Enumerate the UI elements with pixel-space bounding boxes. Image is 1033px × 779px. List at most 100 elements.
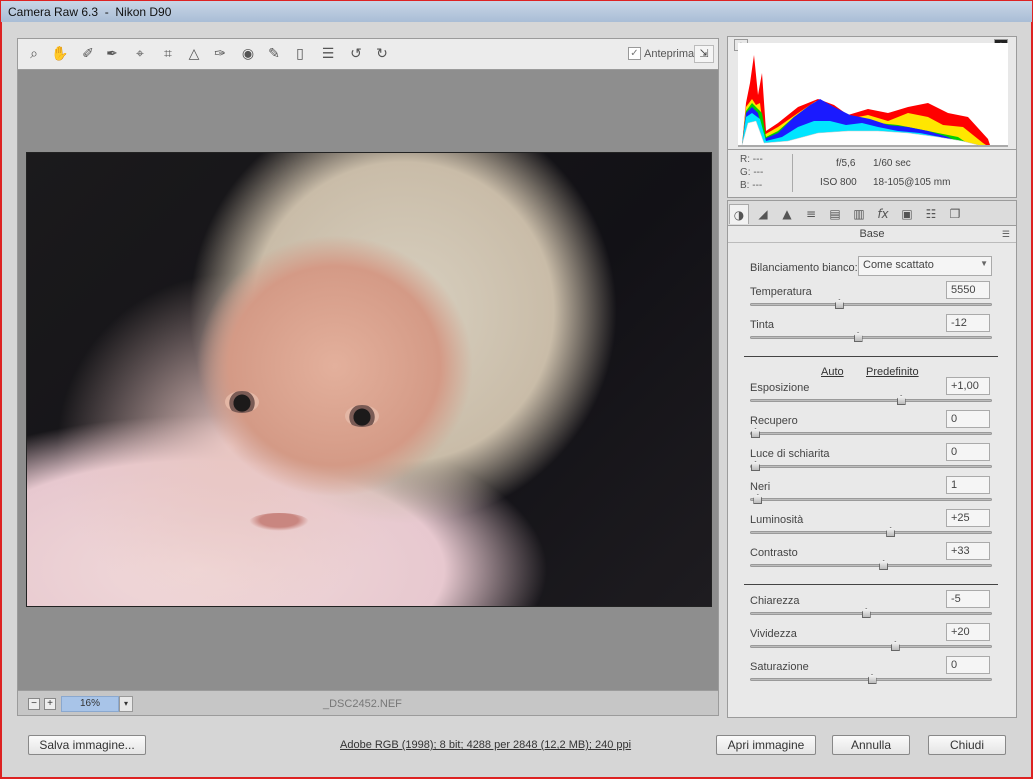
g-readout: G: --- bbox=[740, 167, 764, 178]
slider-track[interactable] bbox=[750, 674, 992, 684]
slider-label: Neri bbox=[750, 481, 771, 493]
color-sampler-tool-icon[interactable]: ✒ bbox=[102, 45, 122, 63]
rotate-cw-icon[interactable]: ↻ bbox=[372, 45, 392, 63]
preview-status-bar: − + 16% ▾ _DSC2452.NEF bbox=[17, 690, 719, 716]
slider-value-field[interactable]: 5550 bbox=[946, 281, 990, 299]
slider-track[interactable] bbox=[750, 461, 992, 471]
slider-track[interactable] bbox=[750, 299, 992, 309]
white-balance-value: Come scattato bbox=[863, 259, 934, 271]
slider-thumb[interactable] bbox=[886, 527, 896, 537]
slider-thumb[interactable] bbox=[853, 332, 863, 342]
shutter-value: 1/60 sec bbox=[873, 158, 911, 169]
open-image-button[interactable]: Apri immagine bbox=[716, 735, 816, 755]
zoom-level[interactable]: 16% bbox=[61, 696, 119, 712]
save-image-button[interactable]: Salva immagine... bbox=[28, 735, 146, 755]
slider-value-field[interactable]: +25 bbox=[946, 509, 990, 527]
slider-thumb[interactable] bbox=[751, 428, 760, 438]
crop-tool-icon[interactable]: ⌗ bbox=[158, 45, 178, 63]
hand-tool-icon[interactable]: ✋ bbox=[50, 45, 70, 63]
slider-label: Contrasto bbox=[750, 547, 798, 559]
slider-track[interactable] bbox=[750, 608, 992, 618]
white-balance-tool-icon[interactable]: ✐ bbox=[78, 45, 98, 63]
spot-removal-tool-icon[interactable]: ✑ bbox=[210, 45, 230, 63]
targeted-adjustment-tool-icon[interactable]: ⌖ bbox=[130, 45, 150, 63]
slider-value-field[interactable]: 1 bbox=[946, 476, 990, 494]
lens-value: 18-105@105 mm bbox=[873, 177, 951, 188]
slider-value-field[interactable]: -12 bbox=[946, 314, 990, 332]
preview-toggle[interactable]: ✓ Anteprima bbox=[628, 47, 694, 60]
adjustment-brush-icon[interactable]: ✎ bbox=[264, 45, 284, 63]
slider-label: Tinta bbox=[750, 319, 775, 331]
tab-effects-icon[interactable]: fx bbox=[873, 204, 893, 224]
slider-value-field[interactable]: 0 bbox=[946, 443, 990, 461]
slider-track[interactable] bbox=[750, 332, 992, 342]
slider-track[interactable] bbox=[750, 641, 992, 651]
auto-link[interactable]: Auto bbox=[821, 366, 844, 378]
slider-value-field[interactable]: 0 bbox=[946, 410, 990, 428]
image-mouth bbox=[249, 513, 309, 531]
slider-label: Chiarezza bbox=[750, 595, 800, 607]
zoom-tool-icon[interactable]: ⌕ bbox=[24, 45, 44, 63]
tab-hsl-icon[interactable]: ≡ bbox=[801, 204, 821, 224]
graduated-filter-icon[interactable]: ▯ bbox=[290, 45, 310, 63]
window-title: Camera Raw 6.3 - Nikon D90 bbox=[8, 5, 172, 19]
slider-label: Esposizione bbox=[750, 382, 810, 394]
chevron-down-icon: ▼ bbox=[980, 259, 988, 268]
preview-checkbox[interactable]: ✓ bbox=[628, 47, 641, 60]
slider-track[interactable] bbox=[750, 494, 992, 504]
tab-tone-curve-icon[interactable]: ◢ bbox=[753, 204, 773, 224]
zoom-dropdown-icon[interactable]: ▾ bbox=[119, 696, 133, 712]
toolbar: ⌕ ✋ ✐ ✒ ⌖ ⌗ △ ✑ ◉ ✎ ▯ ☰ ↺ ↻ ✓ Anteprima … bbox=[17, 38, 719, 70]
slider-track[interactable] bbox=[750, 428, 992, 438]
slider-value-field[interactable]: -5 bbox=[946, 590, 990, 608]
section-divider bbox=[744, 356, 998, 357]
slider-value-field[interactable]: 0 bbox=[946, 656, 990, 674]
tab-lens-corrections-icon[interactable]: ▥ bbox=[849, 204, 869, 224]
tab-presets-icon[interactable]: ☷ bbox=[921, 204, 941, 224]
slider-label: Luminosità bbox=[750, 514, 804, 526]
slider-thumb[interactable] bbox=[834, 299, 844, 309]
file-name: _DSC2452.NEF bbox=[323, 698, 402, 710]
info-panel: R: --- G: --- B: --- f/5,6 1/60 sec ISO … bbox=[727, 150, 1017, 198]
section-divider bbox=[744, 584, 998, 585]
slider-thumb[interactable] bbox=[751, 461, 760, 471]
image-preview-area[interactable] bbox=[17, 70, 719, 690]
straighten-tool-icon[interactable]: △ bbox=[184, 45, 204, 63]
tab-split-toning-icon[interactable]: ▤ bbox=[825, 204, 845, 224]
tab-basic-icon[interactable]: ◑ bbox=[729, 204, 749, 224]
slider-value-field[interactable]: +33 bbox=[946, 542, 990, 560]
zoom-in-button[interactable]: + bbox=[44, 698, 56, 710]
workflow-options-link[interactable]: Adobe RGB (1998); 8 bit; 4288 per 2848 (… bbox=[340, 739, 631, 751]
slider-thumb[interactable] bbox=[890, 641, 900, 651]
tab-camera-calibration-icon[interactable]: ▣ bbox=[897, 204, 917, 224]
panel-menu-icon[interactable]: ☰ bbox=[1002, 229, 1010, 240]
slider-label: Vividezza bbox=[750, 628, 797, 640]
slider-thumb[interactable] bbox=[861, 608, 871, 618]
zoom-out-button[interactable]: − bbox=[28, 698, 40, 710]
slider-track[interactable] bbox=[750, 527, 992, 537]
slider-track[interactable] bbox=[750, 395, 992, 405]
slider-thumb[interactable] bbox=[753, 494, 763, 504]
panel-title: Base bbox=[859, 228, 885, 240]
slider-thumb[interactable] bbox=[867, 674, 877, 684]
cancel-button[interactable]: Annulla bbox=[832, 735, 910, 755]
slider-track[interactable] bbox=[750, 560, 992, 570]
slider-value-field[interactable]: +20 bbox=[946, 623, 990, 641]
tab-detail-icon[interactable]: ▲ bbox=[777, 204, 797, 224]
tab-snapshots-icon[interactable]: ❐ bbox=[945, 204, 965, 224]
panel-header-divider bbox=[728, 242, 1016, 243]
red-eye-tool-icon[interactable]: ◉ bbox=[238, 45, 258, 63]
close-button[interactable]: Chiudi bbox=[928, 735, 1006, 755]
preferences-icon[interactable]: ☰ bbox=[318, 45, 338, 63]
white-balance-select[interactable]: Come scattato ▼ bbox=[858, 256, 992, 276]
slider-thumb[interactable] bbox=[896, 395, 906, 405]
slider-thumb[interactable] bbox=[879, 560, 889, 570]
slider-value-field[interactable]: +1,00 bbox=[946, 377, 990, 395]
aperture-value: f/5,6 bbox=[836, 158, 856, 169]
default-link[interactable]: Predefinito bbox=[866, 366, 919, 378]
rotate-ccw-icon[interactable]: ↺ bbox=[346, 45, 366, 63]
r-readout: R: --- bbox=[740, 154, 763, 165]
image-eye-right bbox=[345, 405, 379, 427]
fullscreen-toggle-icon[interactable]: ⇲ bbox=[694, 45, 714, 63]
preview-image bbox=[26, 152, 712, 607]
